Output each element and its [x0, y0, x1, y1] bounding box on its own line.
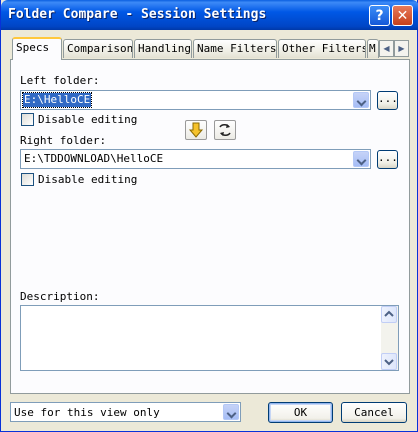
- chevron-down-icon: [384, 359, 394, 366]
- left-folder-combo[interactable]: E:\HelloCE: [20, 90, 371, 110]
- dialog-window: Folder Compare - Session Settings ? ✕ Sp…: [0, 0, 418, 432]
- right-browse-button[interactable]: ...: [377, 150, 398, 169]
- tab-scroll-left-icon[interactable]: ◀: [379, 40, 394, 57]
- title-bar[interactable]: Folder Compare - Session Settings ? ✕: [1, 0, 418, 30]
- left-disable-editing-label: Disable editing: [38, 113, 138, 126]
- cancel-button[interactable]: Cancel: [341, 402, 407, 423]
- tab-other-filters[interactable]: Other Filters: [278, 39, 366, 58]
- right-folder-label: Right folder:: [20, 134, 107, 147]
- swap-icon: [219, 123, 231, 137]
- left-folder-label: Left folder:: [20, 74, 100, 87]
- tab-handling[interactable]: Handling: [134, 39, 192, 58]
- chevron-down-icon[interactable]: [223, 404, 239, 420]
- right-folder-value: E:\TDDOWNLOAD\HelloCE: [24, 152, 164, 165]
- tab-name-filters[interactable]: Name Filters: [193, 39, 277, 58]
- left-browse-button[interactable]: ...: [377, 91, 398, 110]
- down-arrow-icon: [188, 122, 204, 138]
- specs-panel: Left folder: E:\HelloCE ... Disable edit…: [10, 59, 410, 394]
- description-label: Description:: [20, 290, 100, 303]
- close-button[interactable]: ✕: [392, 5, 413, 26]
- right-disable-editing-label: Disable editing: [38, 173, 138, 186]
- scope-select[interactable]: Use for this view only: [10, 402, 241, 422]
- description-textarea[interactable]: [20, 305, 399, 371]
- scope-select-value: Use for this view only: [14, 406, 160, 419]
- scroll-down-icon[interactable]: [381, 353, 397, 370]
- right-disable-editing-checkbox[interactable]: [21, 173, 34, 186]
- ok-button[interactable]: OK: [268, 402, 333, 423]
- right-folder-combo[interactable]: E:\TDDOWNLOAD\HelloCE: [20, 149, 371, 169]
- tab-more[interactable]: M: [367, 39, 379, 58]
- tab-comparison[interactable]: Comparison: [63, 39, 133, 58]
- chevron-down-icon[interactable]: [353, 151, 369, 167]
- help-button[interactable]: ?: [369, 5, 390, 26]
- left-disable-editing-checkbox[interactable]: [21, 113, 34, 126]
- description-scrollbar[interactable]: [381, 306, 398, 370]
- tab-specs[interactable]: Specs: [12, 37, 62, 60]
- left-folder-value: E:\HelloCE: [21, 92, 93, 108]
- scroll-up-icon[interactable]: [381, 306, 397, 323]
- copy-left-to-right-button[interactable]: [185, 120, 207, 140]
- tab-control: Specs Comparison Handling Name Filters O…: [10, 37, 410, 394]
- tab-scroll-right-icon[interactable]: ▶: [394, 40, 409, 57]
- window-title: Folder Compare - Session Settings: [8, 7, 267, 22]
- chevron-up-icon: [384, 310, 394, 317]
- chevron-down-icon[interactable]: [353, 92, 369, 108]
- swap-folders-button[interactable]: [214, 120, 236, 140]
